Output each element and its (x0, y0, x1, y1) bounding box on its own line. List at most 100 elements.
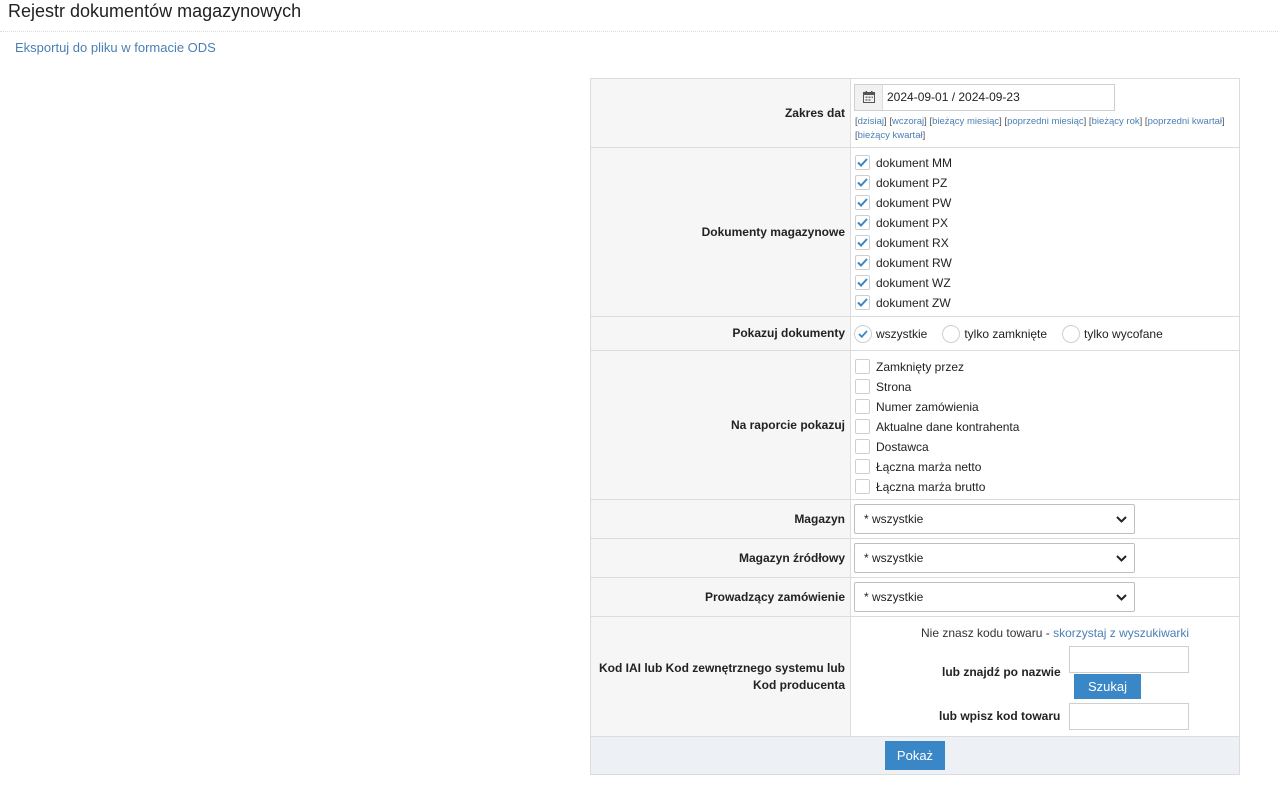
date-range-label: Zakres dat (590, 78, 851, 148)
search-button[interactable]: Szukaj (1074, 674, 1141, 699)
show-documents-radio[interactable] (1062, 324, 1081, 343)
report-column-checkbox-label[interactable]: Łączna marża netto (876, 460, 981, 474)
document-type-checkbox-label[interactable]: dokument MM (876, 156, 952, 170)
report-column-checkbox[interactable] (855, 419, 870, 434)
date-range-input[interactable] (883, 84, 1113, 110)
show-documents-label: Pokazuj dokumenty (590, 316, 851, 351)
show-button[interactable]: Pokaż (885, 741, 945, 770)
report-column-checkbox-label[interactable]: Numer zamówienia (876, 400, 979, 414)
report-column-checkbox[interactable] (855, 399, 870, 414)
document-type-row: dokument RW (854, 253, 1236, 273)
source-warehouse-cell: * wszystkie (850, 538, 1240, 578)
show-documents-cell: wszystkie tylko zamknięte tylko wycofane (850, 316, 1240, 351)
report-filter-form: Zakres dat 2024-09-01 / 2024-09-23 [dzis… (590, 78, 1240, 775)
report-column-checkbox-label[interactable]: Dostawca (876, 440, 929, 454)
report-column-checkbox-label[interactable]: Strona (876, 380, 911, 394)
by-name-label: lub znajdź po nazwie (942, 665, 1061, 679)
warehouse-select[interactable]: * wszystkie (854, 504, 1135, 534)
report-column-checkbox-label[interactable]: Zamknięty przez (876, 360, 964, 374)
chevron-down-icon (1116, 512, 1127, 526)
search-hint-text: Nie znasz kodu towaru - (921, 626, 1054, 640)
document-type-checkbox[interactable] (855, 235, 870, 250)
by-code-label: lub wpisz kod towaru (939, 709, 1061, 723)
report-column-checkbox[interactable] (855, 479, 870, 494)
documents-label: Dokumenty magazynowe (590, 147, 851, 317)
report-column-row: Łączna marża brutto (854, 477, 1236, 497)
warehouse-cell: * wszystkie (850, 499, 1240, 539)
chevron-down-icon (1116, 551, 1127, 565)
document-type-checkbox-label[interactable]: dokument ZW (876, 296, 951, 310)
show-documents-radio-group: wszystkie tylko zamknięte tylko wycofane (854, 322, 1236, 346)
document-type-checkbox-label[interactable]: dokument RW (876, 256, 952, 270)
source-warehouse-select-value: * wszystkie (864, 551, 924, 565)
report-column-checkbox[interactable] (855, 359, 870, 374)
document-type-checkbox-label[interactable]: dokument WZ (876, 276, 951, 290)
show-documents-option: wszystkie (854, 324, 927, 343)
document-type-checkbox-label[interactable]: dokument RX (876, 236, 949, 250)
report-column-row: Zamknięty przez (854, 357, 1236, 377)
report-column-checkbox[interactable] (855, 439, 870, 454)
quick-link-current-year[interactable]: bieżący rok (1092, 116, 1140, 127)
report-column-row: Numer zamówienia (854, 397, 1236, 417)
report-column-checkbox[interactable] (855, 379, 870, 394)
form-footer: Pokaż (590, 736, 1240, 775)
quick-link-current-month[interactable]: bieżący miesiąc (932, 116, 999, 127)
search-hint: Nie znasz kodu towaru - skorzystaj z wys… (921, 626, 1189, 640)
report-column-checkbox[interactable] (855, 459, 870, 474)
show-documents-option: tylko wycofane (1062, 324, 1163, 343)
document-type-checkbox[interactable] (855, 175, 870, 190)
document-type-row: dokument WZ (854, 273, 1236, 293)
date-quick-links: [dzisiaj] [wczoraj] [bieżący miesiąc] [p… (855, 115, 1225, 141)
calendar-icon[interactable] (855, 84, 883, 110)
report-column-row: Aktualne dane kontrahenta (854, 417, 1236, 437)
title-divider (0, 31, 1278, 32)
show-documents-radio-label[interactable]: wszystkie (876, 327, 927, 341)
report-columns-label: Na raporcie pokazuj (590, 350, 851, 500)
report-column-checkbox-label[interactable]: Aktualne dane kontrahenta (876, 420, 1019, 434)
documents-cell: dokument MM dokument PZ dokument PW dokumen… (850, 147, 1240, 317)
document-type-checkbox[interactable] (855, 155, 870, 170)
show-documents-radio[interactable] (942, 324, 961, 343)
document-type-checkbox[interactable] (855, 295, 870, 310)
report-column-row: Strona (854, 377, 1236, 397)
date-range-cell: [dzisiaj] [wczoraj] [bieżący miesiąc] [p… (850, 78, 1240, 148)
document-type-checkbox[interactable] (855, 215, 870, 230)
quick-link-previous-quarter[interactable]: poprzedni kwartał (1148, 116, 1222, 127)
document-type-row: dokument PZ (854, 173, 1236, 193)
product-code-input[interactable] (1069, 703, 1189, 730)
product-name-input[interactable] (1069, 646, 1189, 673)
warehouse-select-value: * wszystkie (864, 512, 924, 526)
show-documents-radio-label[interactable]: tylko wycofane (1084, 327, 1163, 341)
report-column-row: Dostawca (854, 437, 1236, 457)
order-handler-label: Prowadzący zamówienie (590, 577, 851, 617)
date-range-field[interactable] (854, 83, 1115, 111)
documents-checkbox-list: dokument MM dokument PZ dokument PW dokumen… (854, 152, 1236, 313)
show-documents-radio-label[interactable]: tylko zamknięte (964, 327, 1047, 341)
export-ods-link[interactable]: Eksportuj do pliku w formacie ODS (15, 40, 216, 55)
order-handler-cell: * wszystkie (850, 577, 1240, 617)
show-documents-radio[interactable] (854, 324, 872, 343)
document-type-checkbox[interactable] (855, 195, 870, 210)
order-handler-select-value: * wszystkie (864, 590, 924, 604)
document-type-checkbox-label[interactable]: dokument PZ (876, 176, 947, 190)
page-title: Rejestr dokumentów magazynowych (8, 1, 302, 21)
quick-link-today[interactable]: dzisiaj (858, 116, 884, 127)
show-documents-option: tylko zamknięte (942, 324, 1047, 343)
chevron-down-icon (1116, 590, 1127, 604)
quick-link-yesterday[interactable]: wczoraj (892, 116, 924, 127)
document-type-checkbox[interactable] (855, 255, 870, 270)
report-column-row: Łączna marża netto (854, 457, 1236, 477)
document-type-checkbox[interactable] (855, 275, 870, 290)
warehouse-label: Magazyn (590, 499, 851, 539)
document-type-checkbox-label[interactable]: dokument PX (876, 216, 948, 230)
report-column-checkbox-label[interactable]: Łączna marża brutto (876, 480, 985, 494)
product-code-label: Kod IAI lub Kod zewnętrznego systemu lub… (590, 616, 851, 737)
order-handler-select[interactable]: * wszystkie (854, 582, 1135, 612)
document-type-checkbox-label[interactable]: dokument PW (876, 196, 951, 210)
quick-link-previous-month[interactable]: poprzedni miesiąc (1007, 116, 1084, 127)
report-columns-checkbox-list: Zamknięty przez Strona Numer zamówienia Akt… (854, 354, 1236, 497)
product-search-link[interactable]: skorzystaj z wyszukiwarki (1053, 626, 1189, 640)
source-warehouse-select[interactable]: * wszystkie (854, 543, 1135, 573)
quick-link-current-quarter[interactable]: bieżący kwartał (858, 130, 923, 141)
product-code-cell: Nie znasz kodu towaru - skorzystaj z wys… (850, 616, 1240, 737)
